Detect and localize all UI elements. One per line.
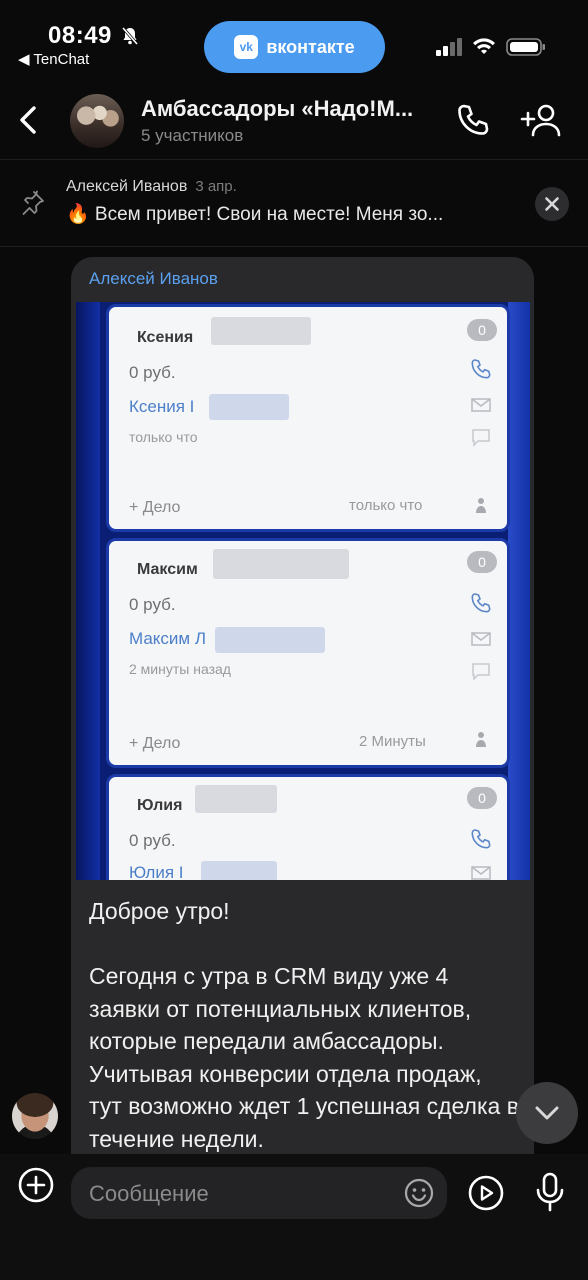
- message-bubble[interactable]: Алексей Иванов Ксения 0 0 руб. Ксения І …: [71, 257, 534, 1154]
- blurred-surname: [211, 317, 311, 345]
- pinned-message-bar[interactable]: Алексей Иванов 3 апр. 🔥 Всем привет! Свои…: [0, 161, 588, 247]
- crm-card-contact: Максим Л: [129, 629, 206, 648]
- comment-icon: [472, 663, 490, 681]
- add-member-icon[interactable]: [520, 102, 564, 138]
- blurred-contact: [209, 394, 289, 420]
- scroll-to-bottom-button[interactable]: [516, 1082, 578, 1144]
- crm-card-name: Юлия: [137, 797, 183, 814]
- close-pinned-button[interactable]: [535, 187, 569, 221]
- mail-icon: [471, 866, 491, 880]
- crm-card-count: 0: [467, 551, 497, 573]
- vk-logo-icon: vk: [234, 35, 259, 59]
- group-avatar[interactable]: [70, 94, 124, 148]
- crm-card-amount: 0 руб.: [129, 363, 176, 382]
- chat-members-count[interactable]: 5 участников: [141, 126, 243, 146]
- crm-card-add-task: + Дело: [129, 735, 181, 752]
- pinned-date: 3 апр.: [195, 178, 237, 195]
- crm-card: Юлия 0 0 руб. Юлия І: [106, 774, 510, 880]
- chevron-down-icon: [535, 1106, 559, 1120]
- vk-pill-button[interactable]: vk вконтакте: [204, 21, 385, 73]
- crm-card-contact: Юлия І: [129, 863, 184, 880]
- battery-icon: [506, 38, 545, 56]
- vk-pill-label: вконтакте: [266, 36, 355, 57]
- message-author[interactable]: Алексей Иванов: [89, 269, 218, 289]
- back-arrow-icon[interactable]: [14, 102, 42, 138]
- back-to-app-link[interactable]: ◀ TenChat: [18, 50, 89, 68]
- blurred-surname: [213, 549, 349, 579]
- clock: 08:49: [48, 22, 112, 49]
- phone-call-icon[interactable]: [455, 102, 491, 138]
- mail-icon: [471, 398, 491, 412]
- photo-crm-edge-left: [76, 302, 100, 880]
- pinned-text: 🔥 Всем привет! Свои на месте! Меня зо...: [66, 204, 444, 225]
- message-photo[interactable]: Ксения 0 0 руб. Ксения І только что + Де…: [76, 302, 530, 880]
- crm-action-icon: [476, 498, 486, 513]
- crm-card-amount: 0 руб.: [129, 831, 176, 850]
- microphone-icon[interactable]: [533, 1171, 567, 1213]
- crm-card-amount: 0 руб.: [129, 595, 176, 614]
- chat-title[interactable]: Амбассадоры «Надо!М...: [141, 96, 441, 122]
- phone-icon: [471, 593, 491, 613]
- crm-card-right-time: только что: [349, 497, 423, 514]
- crm-card-name: Ксения: [137, 329, 194, 346]
- crm-card-add-task: + Дело: [129, 499, 181, 516]
- crm-card-count: 0: [467, 787, 497, 809]
- blurred-contact: [215, 627, 325, 653]
- comment-icon: [472, 429, 490, 447]
- message-composer: Сообщение: [0, 1154, 588, 1280]
- phone-icon: [471, 829, 491, 849]
- crm-card: Максим 0 0 руб. Максим Л 2 минуты назад …: [106, 538, 510, 768]
- pin-icon: [22, 190, 44, 215]
- cellular-signal-icon: [436, 38, 462, 56]
- blurred-surname: [195, 785, 277, 813]
- crm-card-name: Максим: [137, 561, 198, 578]
- emoji-icon[interactable]: [403, 1177, 435, 1209]
- crm-card-time: 2 минуты назад: [129, 661, 231, 677]
- bell-muted-icon: [121, 27, 139, 45]
- sender-avatar[interactable]: [12, 1093, 58, 1139]
- message-input-placeholder: Сообщение: [89, 1181, 209, 1206]
- pinned-author: Алексей Иванов 3 апр.: [66, 178, 237, 196]
- crm-card-contact: Ксения І: [129, 397, 195, 416]
- crm-card: Ксения 0 0 руб. Ксения І только что + Де…: [106, 304, 510, 532]
- video-message-icon[interactable]: [467, 1174, 505, 1212]
- close-icon: [545, 197, 559, 211]
- pinned-author-name: Алексей Иванов: [66, 178, 188, 195]
- crm-action-icon: [476, 732, 486, 747]
- blurred-contact: [201, 861, 277, 880]
- chat-header: Амбассадоры «Надо!М... 5 участников: [0, 82, 588, 160]
- phone-icon: [471, 359, 491, 379]
- crm-card-time: только что: [129, 429, 198, 445]
- crm-card-right-time: 2 Минуты: [359, 733, 426, 750]
- add-attachment-icon[interactable]: [17, 1166, 55, 1204]
- wifi-icon: [473, 38, 495, 54]
- mail-icon: [471, 632, 491, 646]
- status-bar: 08:49 ◀ TenChat vk вконтакте: [0, 0, 588, 80]
- crm-card-count: 0: [467, 319, 497, 341]
- message-input[interactable]: Сообщение: [71, 1167, 447, 1219]
- photo-crm-edge-right: [508, 302, 530, 880]
- message-text: Доброе утро! Сегодня с утра в CRM виду у…: [89, 898, 519, 1152]
